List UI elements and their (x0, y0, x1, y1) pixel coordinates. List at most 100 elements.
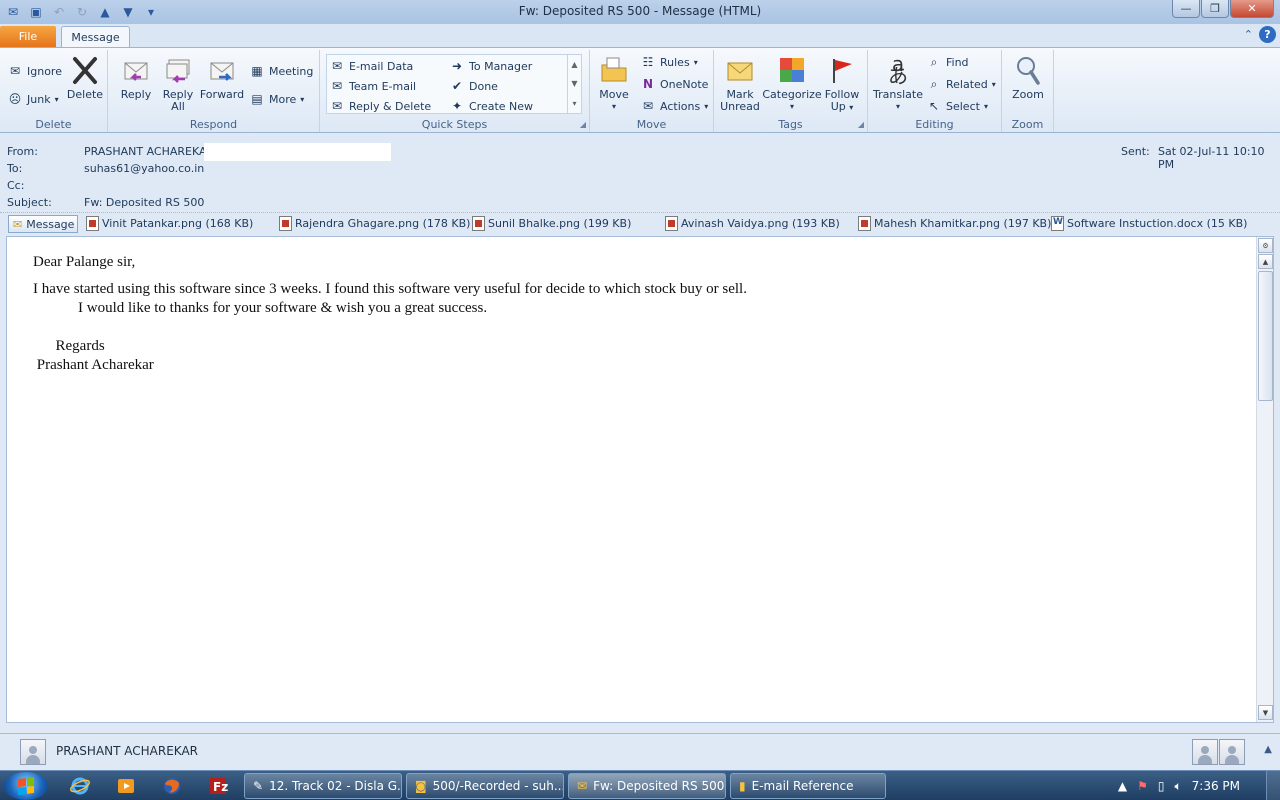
chevron-down-icon: ▾ (849, 103, 854, 112)
clock[interactable]: 7:36 PM (1192, 779, 1240, 793)
scroll-options-icon[interactable]: ⚙ (1258, 238, 1273, 253)
save-icon[interactable]: ▣ (26, 3, 46, 21)
internet-explorer-icon[interactable] (60, 774, 100, 798)
close-button[interactable]: ✕ (1230, 0, 1274, 18)
expand-people-pane-icon[interactable]: ▲ (1264, 744, 1272, 755)
scroll-thumb[interactable] (1258, 271, 1273, 401)
dialog-launcher-icon[interactable]: ◢ (858, 120, 864, 129)
attachment-item[interactable]: Mahesh Khamitkar.png (197 KB) (858, 216, 1051, 231)
volume-icon[interactable]: 🔈︎ (1174, 779, 1181, 794)
delete-label: Delete (66, 88, 104, 101)
taskbar-item[interactable]: ▮ E-mail Reference (730, 773, 886, 799)
power-icon[interactable]: ▯ (1158, 779, 1165, 793)
chevron-down-icon: ▾ (300, 94, 305, 104)
firefox-icon[interactable] (152, 774, 192, 798)
junk-button[interactable]: ☹ Junk ▾ (7, 90, 59, 108)
show-hidden-icons-icon[interactable]: ▲ (1118, 779, 1127, 793)
reply-all-button[interactable]: Reply All (158, 54, 198, 113)
attachment-item[interactable]: Software Instuction.docx (15 KB) (1051, 216, 1247, 231)
dialog-launcher-icon[interactable]: ◢ (580, 120, 586, 129)
previous-item-icon[interactable]: ▲ (95, 3, 115, 21)
redo-icon[interactable]: ↻ (72, 3, 92, 21)
tab-file[interactable]: File (0, 26, 56, 47)
envelope-icon: ✉ (7, 5, 19, 19)
reply-all-label-2: All (171, 100, 185, 113)
meeting-button[interactable]: ▦ Meeting (249, 62, 313, 80)
customize-toolbar-icon[interactable]: ▾ (141, 3, 161, 21)
start-button[interactable] (4, 772, 48, 800)
tab-message[interactable]: Message (61, 26, 130, 48)
message-body[interactable]: Dear Palange sir, I have started using t… (6, 236, 1274, 723)
body-line: Prashant Acharekar (33, 357, 154, 373)
window-title: Fw: Deposited RS 500 - Message (HTML) (518, 4, 762, 18)
help-icon[interactable]: ? (1259, 26, 1276, 43)
attachment-item[interactable]: Avinash Vaidya.png (193 KB) (665, 216, 840, 231)
reply-button[interactable]: Reply (116, 54, 156, 101)
avatar[interactable] (20, 739, 46, 765)
actions-button[interactable]: ✉ Actions ▾ (640, 97, 708, 115)
quickstep-team-email[interactable]: ✉ Team E-mail (329, 77, 416, 95)
message-body-toggle[interactable]: ✉ Message (8, 215, 78, 233)
ignore-label: Ignore (27, 64, 62, 78)
quick-steps-scroll[interactable]: ▲ ▼ ▾ (567, 55, 581, 113)
from-value[interactable]: PRASHANT ACHAREKAR (84, 145, 214, 158)
message-header: From: PRASHANT ACHAREKAR To: suhas61@yah… (0, 134, 1280, 212)
scroll-down-icon[interactable]: ▼ (1258, 705, 1273, 720)
scroll-up-icon[interactable]: ▲ (571, 60, 577, 69)
onenote-button[interactable]: N OneNote (640, 75, 708, 93)
vertical-scrollbar[interactable]: ⚙ ▲ ▼ (1256, 237, 1273, 722)
avatar[interactable] (1192, 739, 1218, 765)
related-button[interactable]: ⌕ Related ▾ (926, 75, 996, 93)
taskbar-item[interactable]: ✉ Fw: Deposited RS 500... (568, 773, 726, 799)
translate-button[interactable]: aあ Translate ▾ (872, 54, 924, 113)
quickstep-email-data[interactable]: ✉ E-mail Data (329, 57, 413, 75)
avatar[interactable] (1219, 739, 1245, 765)
attachment-item[interactable]: Rajendra Ghagare.png (178 KB) (279, 216, 470, 231)
rules-button[interactable]: ☷ Rules ▾ (640, 53, 698, 71)
next-item-icon[interactable]: ▼ (118, 3, 138, 21)
quickstep-to-manager[interactable]: ➜ To Manager (449, 57, 532, 75)
follow-up-button[interactable]: Follow Up ▾ (822, 54, 862, 114)
media-player-icon[interactable] (106, 774, 146, 798)
scroll-up-icon[interactable]: ▲ (1258, 254, 1273, 269)
taskbar-item[interactable]: ✎ 12. Track 02 - Disla G... (244, 773, 402, 799)
minimize-button[interactable]: — (1172, 0, 1200, 18)
minimize-ribbon-icon[interactable]: ⌃ (1244, 28, 1253, 41)
ignore-button[interactable]: ✉ Ignore (7, 62, 62, 80)
quick-steps-group-label: Quick Steps (421, 118, 488, 131)
delete-button[interactable]: Delete (67, 54, 103, 101)
maximize-button[interactable]: ❐ (1201, 0, 1229, 18)
body-line: Regards (33, 338, 105, 354)
delete-group-label: Delete (35, 118, 72, 131)
taskbar-item[interactable]: ◙ 500/-Recorded - suh... (406, 773, 564, 799)
attachment-item[interactable]: Vinit Patankar.png (168 KB) (86, 216, 253, 231)
quickstep-reply-delete[interactable]: ✉ Reply & Delete (329, 97, 431, 115)
windows-logo-icon (18, 776, 34, 796)
undo-icon[interactable]: ↶ (49, 3, 69, 21)
reply-icon (120, 54, 152, 86)
zoom-button[interactable]: Zoom (1008, 54, 1048, 101)
sent-value: Sat 02-Jul-11 10:10 PM (1158, 145, 1265, 171)
network-error-icon[interactable]: ⚑ (1137, 779, 1148, 793)
to-manager-icon: ➜ (451, 59, 463, 73)
move-button[interactable]: Move ▾ (596, 54, 632, 113)
create-new-label: Create New (469, 99, 534, 113)
show-desktop-button[interactable] (1266, 771, 1280, 800)
filezilla-icon[interactable]: Fz (198, 774, 238, 798)
to-value[interactable]: suhas61@yahoo.co.in (84, 162, 204, 175)
quickstep-create-new[interactable]: ✦ Create New (449, 97, 533, 115)
forward-button[interactable]: Forward (200, 54, 244, 101)
categorize-button[interactable]: Categorize ▾ (762, 54, 822, 113)
scroll-down-icon[interactable]: ▼ (571, 79, 577, 88)
more-respond-button[interactable]: ▤ More ▾ (249, 90, 304, 108)
attachment-item[interactable]: Sunil Bhalke.png (199 KB) (472, 216, 631, 231)
email-data-label: E-mail Data (349, 59, 414, 73)
select-button[interactable]: ↖ Select ▾ (926, 97, 988, 115)
quick-steps-group: ✉ E-mail Data ✉ Team E-mail ✉ Reply & De… (320, 50, 590, 132)
mark-unread-button[interactable]: Mark Unread (719, 54, 761, 113)
title-bar: ✉ ▣ ↶ ↻ ▲ ▼ ▾ Fw: Deposited RS 500 - Mes… (0, 0, 1280, 24)
find-button[interactable]: ⌕ Find (926, 53, 969, 71)
related-label: Related (946, 77, 988, 91)
quickstep-done[interactable]: ✔ Done (449, 77, 498, 95)
expand-gallery-icon[interactable]: ▾ (572, 99, 576, 108)
